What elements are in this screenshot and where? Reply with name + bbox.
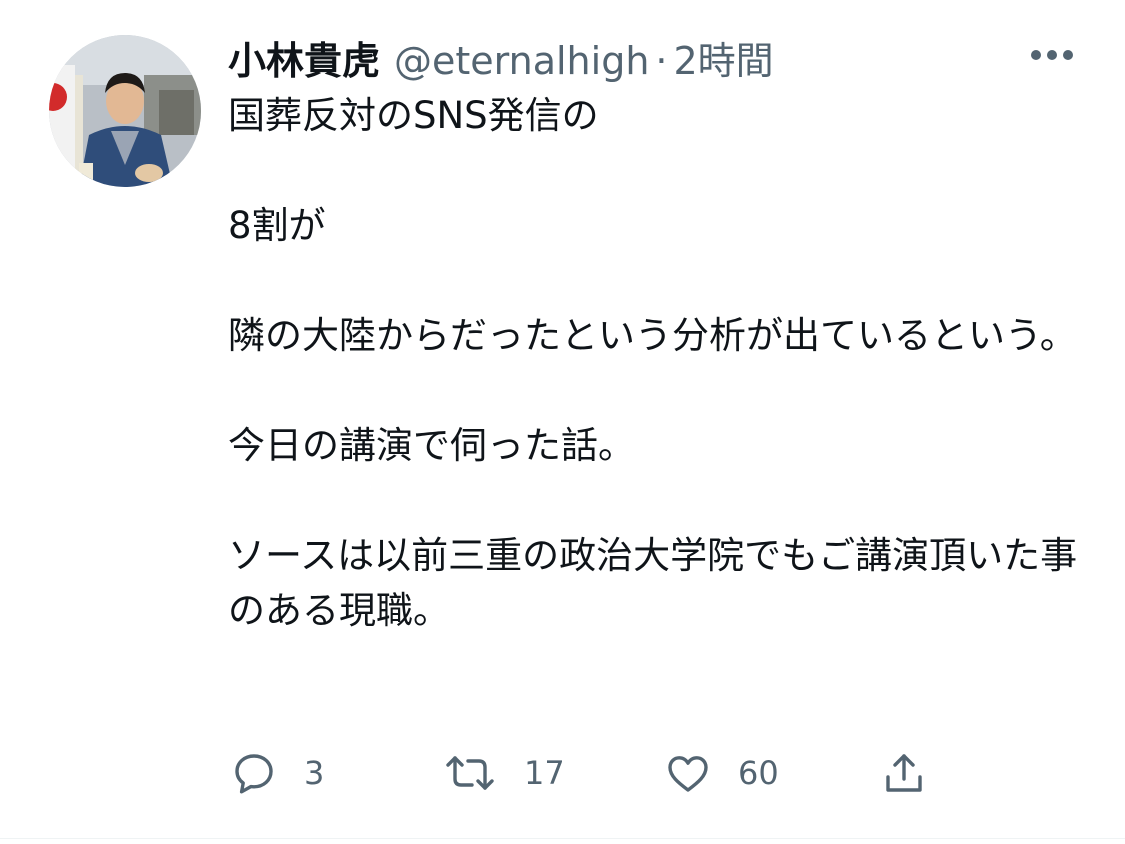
retweet-button[interactable]: 17 (442, 745, 565, 801)
user-handle[interactable]: @eternalhigh (394, 39, 649, 83)
action-bar: 3 17 60 (228, 745, 948, 801)
heart-icon (664, 749, 712, 797)
tweet: 小林貴虎 @eternalhigh · 2時間 国葬反対のSNS発信の 8割が … (0, 0, 1125, 844)
like-count: 60 (738, 754, 779, 792)
avatar-photo (49, 35, 201, 187)
reply-icon (230, 749, 278, 797)
tweet-text: 国葬反対のSNS発信の 8割が 隣の大陸からだったという分析が出ているという。 … (228, 94, 1078, 632)
tweet-header: 小林貴虎 @eternalhigh · 2時間 (228, 30, 774, 85)
retweet-count: 17 (524, 754, 565, 792)
avatar[interactable] (49, 35, 201, 187)
retweet-icon (442, 749, 498, 797)
reply-button[interactable]: 3 (230, 745, 324, 801)
more-horizontal-icon[interactable] (1030, 47, 1074, 61)
bottom-divider (0, 838, 1125, 839)
display-name[interactable]: 小林貴虎 (228, 30, 380, 85)
like-button[interactable]: 60 (664, 745, 779, 801)
reply-count: 3 (304, 754, 325, 792)
separator-dot: · (655, 39, 668, 83)
share-icon (880, 749, 928, 797)
share-button[interactable] (880, 745, 928, 801)
timestamp[interactable]: 2時間 (674, 30, 774, 85)
